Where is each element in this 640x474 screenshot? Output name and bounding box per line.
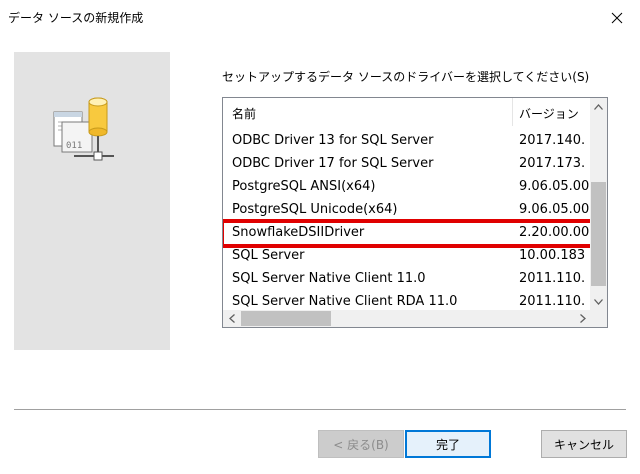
scroll-left-button[interactable] [223,310,240,327]
driver-name: ODBC Driver 17 for SQL Server [232,156,434,171]
scrollbar-corner [590,310,607,327]
list-item[interactable]: PostgreSQL Unicode(x64) 9.06.05.00 [223,199,591,222]
back-button[interactable]: < 戻る(B) [318,430,404,458]
list-item[interactable]: PostgreSQL ANSI(x64) 9.06.05.00 [223,176,591,199]
horizontal-scroll-thumb[interactable] [241,311,331,326]
divider [14,409,626,410]
driver-list[interactable]: 名前 バージョン ODBC Driver 13 for SQL Server 2… [222,97,608,328]
chevron-left-icon [228,314,235,323]
vertical-scrollbar[interactable] [590,98,607,310]
svg-text:011: 011 [66,141,82,151]
driver-version: 2011.110. [519,271,586,286]
data-source-icon: 011 [53,97,114,161]
driver-name: SnowflakeDSIIDriver [232,225,365,240]
list-item[interactable]: SQL Server Native Client 11.0 2011.110. [223,268,591,291]
driver-version: 10.00.183 [519,248,586,263]
driver-name: PostgreSQL ANSI(x64) [232,179,376,194]
driver-version: 2017.173. [519,156,586,171]
chevron-down-icon [594,298,603,305]
driver-version: 2011.110. [519,294,586,309]
close-icon [611,12,623,24]
finish-button[interactable]: 完了 [405,430,491,458]
scroll-down-button[interactable] [590,293,607,310]
vertical-scroll-thumb[interactable] [591,182,606,286]
driver-version: 2.20.00.00 [519,225,590,240]
chevron-up-icon [594,103,603,110]
driver-name: SQL Server Native Client RDA 11.0 [232,294,458,309]
scroll-up-button[interactable] [590,98,607,115]
driver-version: 9.06.05.00 [519,179,590,194]
column-header-version[interactable]: バージョン [519,105,579,122]
chevron-right-icon [579,314,586,323]
list-item[interactable]: ODBC Driver 17 for SQL Server 2017.173. [223,153,591,176]
horizontal-scrollbar[interactable] [223,310,591,327]
driver-name: SQL Server [232,248,305,263]
driver-name: PostgreSQL Unicode(x64) [232,202,398,217]
list-rows: ODBC Driver 13 for SQL Server 2017.140. … [223,130,594,314]
close-button[interactable] [594,0,640,36]
driver-name: SQL Server Native Client 11.0 [232,271,426,286]
driver-name: ODBC Driver 13 for SQL Server [232,133,434,148]
cancel-button[interactable]: キャンセル [541,430,627,458]
list-item[interactable]: ODBC Driver 13 for SQL Server 2017.140. [223,130,591,153]
driver-version: 2017.140. [519,133,586,148]
list-item-selected[interactable]: SnowflakeDSIIDriver 2.20.00.00 [223,219,594,248]
driver-version: 9.06.05.00 [519,202,590,217]
driver-select-prompt: セットアップするデータ ソースのドライバーを選択してください(S) [222,70,590,84]
scroll-right-button[interactable] [574,310,591,327]
column-divider[interactable] [512,98,513,126]
window-title: データ ソースの新規作成 [8,11,144,25]
wizard-image-panel: 011 [14,52,170,350]
list-item[interactable]: SQL Server 10.00.183 [223,245,591,268]
title-bar: データ ソースの新規作成 [0,0,640,36]
list-header: 名前 バージョン [223,98,591,126]
column-header-name[interactable]: 名前 [232,105,256,122]
